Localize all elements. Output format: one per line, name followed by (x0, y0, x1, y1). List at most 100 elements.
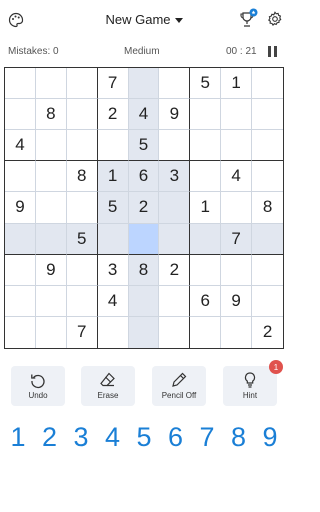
sudoku-cell[interactable] (159, 130, 191, 162)
sudoku-cell[interactable]: 7 (97, 68, 129, 100)
sudoku-cell[interactable]: 5 (66, 223, 98, 255)
sudoku-cell[interactable] (221, 99, 253, 131)
difficulty-label: Medium (124, 46, 160, 57)
sudoku-cell[interactable] (190, 99, 222, 131)
sudoku-cell[interactable]: 3 (159, 161, 191, 193)
sudoku-cell[interactable] (159, 316, 191, 348)
sudoku-cell[interactable]: 4 (97, 285, 129, 317)
number-button-8[interactable]: 8 (225, 420, 253, 454)
sudoku-cell[interactable] (159, 285, 191, 317)
number-button-4[interactable]: 4 (99, 420, 127, 454)
sudoku-cell[interactable] (252, 68, 283, 100)
sudoku-cell[interactable] (66, 99, 98, 131)
number-button-5[interactable]: 5 (130, 420, 158, 454)
sudoku-cell[interactable] (128, 223, 160, 255)
sudoku-cell[interactable] (66, 254, 98, 286)
sudoku-cell[interactable]: 2 (128, 192, 160, 224)
sudoku-cell[interactable] (159, 223, 191, 255)
sudoku-cell[interactable]: 9 (5, 192, 36, 224)
sudoku-cell[interactable]: 4 (5, 130, 36, 162)
sudoku-cell[interactable] (98, 316, 129, 348)
number-button-7[interactable]: 7 (193, 420, 221, 454)
lightbulb-icon (244, 372, 256, 388)
sudoku-cell[interactable]: 2 (97, 99, 129, 131)
number-button-1[interactable]: 1 (4, 420, 32, 454)
sudoku-cell[interactable]: 8 (66, 161, 98, 193)
sudoku-cell[interactable] (5, 68, 36, 100)
sudoku-cell[interactable] (5, 254, 36, 286)
sudoku-cell[interactable]: 4 (221, 161, 253, 193)
sudoku-cell[interactable]: 1 (190, 192, 222, 224)
sudoku-cell[interactable]: 9 (159, 99, 191, 131)
sudoku-cell[interactable]: 9 (221, 285, 253, 317)
pencil-toggle-button[interactable]: Pencil Off (152, 366, 206, 406)
sudoku-cell[interactable] (221, 316, 253, 348)
sudoku-cell[interactable] (97, 223, 129, 255)
sudoku-cell[interactable] (66, 68, 98, 100)
number-button-9[interactable]: 9 (256, 420, 284, 454)
sudoku-cell[interactable] (190, 161, 222, 193)
sudoku-cell[interactable] (5, 285, 36, 317)
sudoku-cell[interactable] (190, 316, 222, 348)
sudoku-cell[interactable] (36, 316, 67, 348)
sudoku-cell[interactable] (221, 130, 253, 162)
sudoku-cell[interactable]: 5 (97, 192, 129, 224)
sudoku-cell[interactable]: 7 (221, 223, 253, 255)
sudoku-cell[interactable]: 3 (97, 254, 129, 286)
sudoku-board: 751824945816349521857938246972 (4, 67, 284, 349)
undo-button[interactable]: Undo (11, 366, 65, 406)
sudoku-cell[interactable] (66, 192, 98, 224)
hint-button[interactable]: Hint 1 (223, 360, 283, 406)
sudoku-cell[interactable]: 5 (190, 68, 222, 100)
sudoku-cell[interactable]: 2 (159, 254, 191, 286)
sudoku-cell[interactable]: 5 (128, 130, 160, 162)
sudoku-cell[interactable] (221, 254, 253, 286)
sudoku-cell[interactable] (5, 99, 36, 131)
number-button-6[interactable]: 6 (162, 420, 190, 454)
number-button-2[interactable]: 2 (36, 420, 64, 454)
sudoku-cell[interactable] (159, 192, 191, 224)
sudoku-cell[interactable]: 1 (97, 161, 129, 193)
sudoku-cell[interactable] (252, 161, 283, 193)
sudoku-cell[interactable]: 6 (128, 161, 160, 193)
trophy-icon[interactable] (238, 8, 258, 30)
pause-icon[interactable] (268, 46, 278, 57)
sudoku-cell[interactable] (5, 316, 36, 348)
sudoku-cell[interactable] (128, 316, 160, 348)
sudoku-cell[interactable]: 1 (221, 68, 253, 100)
sudoku-cell[interactable]: 2 (252, 317, 283, 348)
sudoku-cell[interactable] (252, 223, 283, 255)
sudoku-cell[interactable] (35, 192, 67, 224)
sudoku-cell[interactable] (35, 130, 67, 162)
sudoku-cell[interactable] (159, 68, 191, 100)
sudoku-cell[interactable] (35, 68, 67, 100)
sudoku-cell[interactable]: 8 (35, 99, 67, 131)
sudoku-cell[interactable] (128, 285, 160, 317)
sudoku-cell[interactable]: 4 (128, 99, 160, 131)
number-button-3[interactable]: 3 (67, 420, 95, 454)
sudoku-cell[interactable] (221, 192, 253, 224)
sudoku-cell[interactable] (5, 223, 36, 255)
sudoku-cell[interactable] (128, 68, 160, 100)
sudoku-cell[interactable]: 6 (190, 285, 222, 317)
sudoku-cell[interactable] (35, 161, 67, 193)
sudoku-cell[interactable] (5, 161, 36, 193)
sudoku-cell[interactable] (252, 99, 283, 131)
sudoku-cell[interactable] (190, 130, 222, 162)
sudoku-cell[interactable] (66, 285, 98, 317)
sudoku-cell[interactable] (97, 130, 129, 162)
sudoku-cell[interactable]: 8 (128, 254, 160, 286)
sudoku-cell[interactable] (66, 130, 98, 162)
sudoku-cell[interactable] (190, 254, 222, 286)
sudoku-cell[interactable]: 8 (252, 192, 283, 224)
erase-button[interactable]: Erase (81, 366, 135, 406)
sudoku-cell[interactable] (35, 223, 67, 255)
sudoku-cell[interactable] (190, 223, 222, 255)
settings-icon[interactable] (266, 10, 284, 28)
sudoku-cell[interactable] (252, 286, 283, 317)
sudoku-cell[interactable] (252, 130, 283, 162)
sudoku-cell[interactable]: 9 (35, 254, 67, 286)
sudoku-cell[interactable] (252, 255, 283, 286)
sudoku-cell[interactable] (35, 285, 67, 317)
sudoku-cell[interactable]: 7 (67, 316, 98, 348)
